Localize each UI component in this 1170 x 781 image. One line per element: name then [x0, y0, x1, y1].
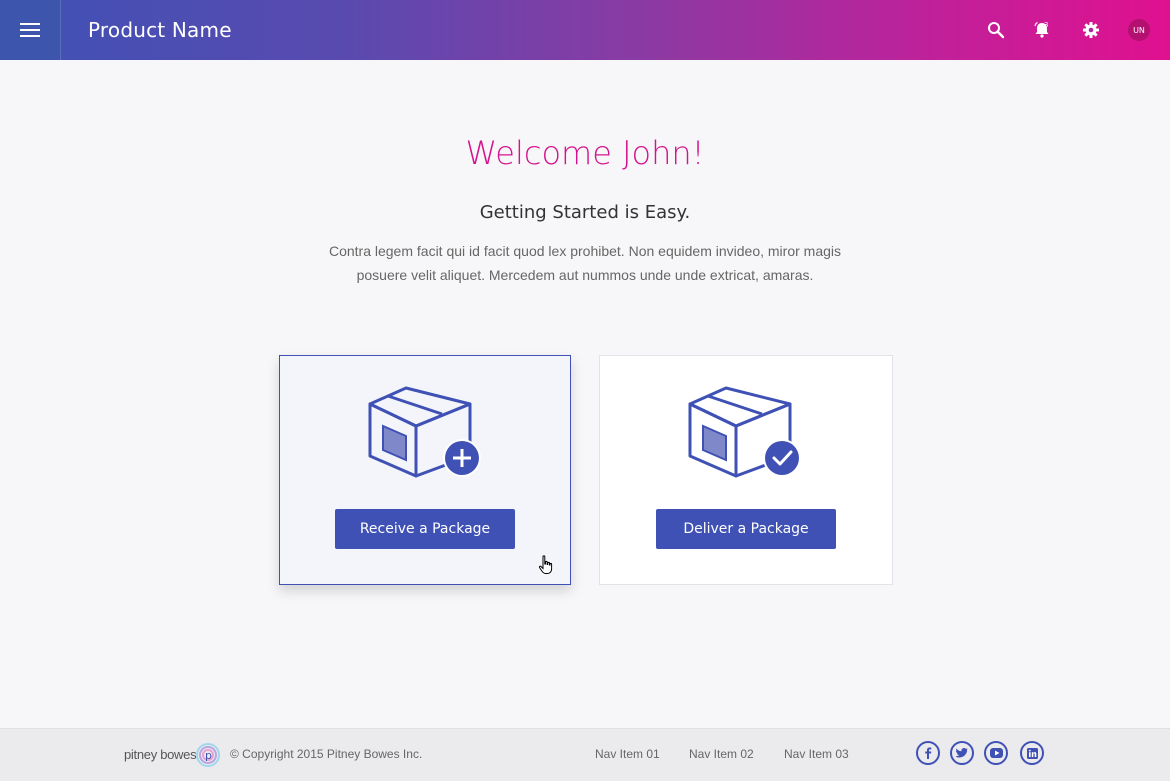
footer-nav-item-01[interactable]: Nav Item 01: [595, 747, 660, 761]
brand-name: pitney bowes: [124, 747, 197, 762]
notification-count: 3: [1044, 21, 1049, 29]
search-icon: [988, 22, 1005, 39]
twitter-icon: [956, 748, 968, 758]
subtitle: Getting Started is Easy.: [479, 202, 691, 223]
notifications-button[interactable]: 3: [1030, 18, 1054, 42]
deliver-package-button[interactable]: Deliver a Package: [656, 509, 836, 549]
linkedin-button[interactable]: [1020, 741, 1044, 765]
youtube-button[interactable]: [984, 741, 1008, 765]
avatar[interactable]: UN: [1128, 19, 1150, 41]
package-add-icon: [368, 386, 481, 478]
menu-icon: [20, 23, 40, 37]
app-header: Product Name 3 UN: [0, 0, 1170, 60]
pitney-bowes-logo: p: [196, 743, 220, 767]
twitter-button[interactable]: [950, 741, 974, 765]
gear-icon: [1083, 22, 1099, 38]
settings-button[interactable]: [1079, 18, 1103, 42]
youtube-icon: [989, 748, 1003, 758]
package-check-icon: [688, 386, 801, 478]
receive-package-card[interactable]: Receive a Package: [279, 355, 571, 585]
svg-text:p: p: [205, 749, 212, 762]
facebook-button[interactable]: [916, 741, 940, 765]
hand-cursor-icon: [538, 555, 553, 574]
search-button[interactable]: [984, 18, 1008, 42]
welcome-heading: Welcome John!: [465, 134, 705, 172]
description: Contra legem facit qui id facit quod lex…: [328, 243, 842, 283]
product-name: Product Name: [88, 18, 232, 42]
menu-button[interactable]: [0, 0, 61, 60]
facebook-icon: [925, 747, 932, 759]
receive-package-button[interactable]: Receive a Package: [335, 509, 515, 549]
deliver-package-card[interactable]: Deliver a Package: [599, 355, 893, 585]
footer-nav-item-02[interactable]: Nav Item 02: [689, 747, 754, 761]
copyright: © Copyright 2015 Pitney Bowes Inc.: [230, 747, 423, 761]
footer-nav-item-03[interactable]: Nav Item 03: [784, 747, 849, 761]
linkedin-icon: [1026, 747, 1038, 759]
footer: pitney bowes p © Copyright 2015 Pitney B…: [0, 728, 1170, 781]
